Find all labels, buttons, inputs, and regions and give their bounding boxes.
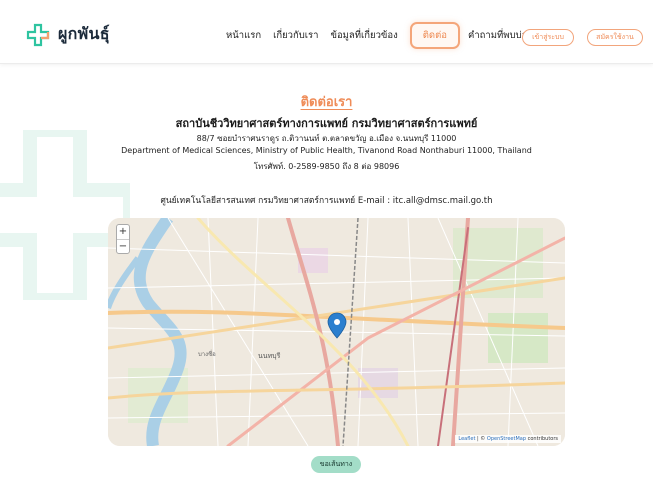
phone-number: โทรศัพท์. 0-2589-9850 ถึง 8 ต่อ 98096 [253, 162, 400, 171]
cross-logo-icon [26, 23, 50, 46]
openstreetmap-link[interactable]: OpenStreetMap [487, 436, 526, 442]
nav-item-contact[interactable]: ติดต่อ [409, 22, 460, 49]
map-label-bangsue: บางซื่อ [198, 350, 216, 358]
map-label-nonthaburi: นนทบุรี [258, 352, 281, 360]
nav-item-related-info[interactable]: ข้อมูลที่เกี่ยวข้อง [330, 28, 397, 43]
page-title: ติดต่อเรา [300, 95, 353, 110]
register-button[interactable]: สมัครใช้งาน [587, 29, 643, 46]
main-nav: หน้าแรก เกี่ยวกับเรา ข้อมูลที่เกี่ยวข้อง… [226, 22, 545, 49]
login-button[interactable]: เข้าสู่ระบบ [522, 29, 574, 46]
address-english: Department of Medical Sciences, Ministry… [121, 146, 532, 155]
map-tiles[interactable]: นนทบุรี บางซื่อ [108, 218, 565, 446]
map-attribution: Leaflet | © OpenStreetMap contributors [455, 435, 561, 443]
attribution-suffix: contributors [526, 436, 558, 442]
brand-logo[interactable]: ผูกพันธุ์ [26, 22, 110, 47]
attribution-separator: | © [475, 436, 487, 442]
organization-name: สถาบันชีววิทยาศาสตร์ทางการแพทย์ กรมวิทยา… [175, 117, 478, 130]
nav-item-about[interactable]: เกี่ยวกับเรา [273, 28, 318, 43]
nav-item-home[interactable]: หน้าแรก [226, 28, 261, 43]
leaflet-link[interactable]: Leaflet [458, 436, 475, 442]
location-map[interactable]: นนทบุรี บางซื่อ + − Leaflet | © OpenStre… [108, 218, 565, 446]
zoom-in-button[interactable]: + [117, 225, 129, 239]
address-thai: 88/7 ซอยบำราศนราดูร ถ.ติวานนท์ ต.ตลาดขวั… [196, 134, 457, 143]
get-directions-button[interactable]: ขอเส้นทาง [311, 456, 361, 473]
top-navbar: ผูกพันธุ์ หน้าแรก เกี่ยวกับเรา ข้อมูลที่… [0, 0, 653, 64]
brand-name: ผูกพันธุ์ [58, 24, 110, 43]
info-center-email: ศูนย์เทคโนโลยีสารสนเทศ กรมวิทยาศาสตร์การ… [160, 196, 493, 206]
map-zoom-control: + − [116, 224, 130, 254]
zoom-out-button[interactable]: − [117, 239, 129, 253]
